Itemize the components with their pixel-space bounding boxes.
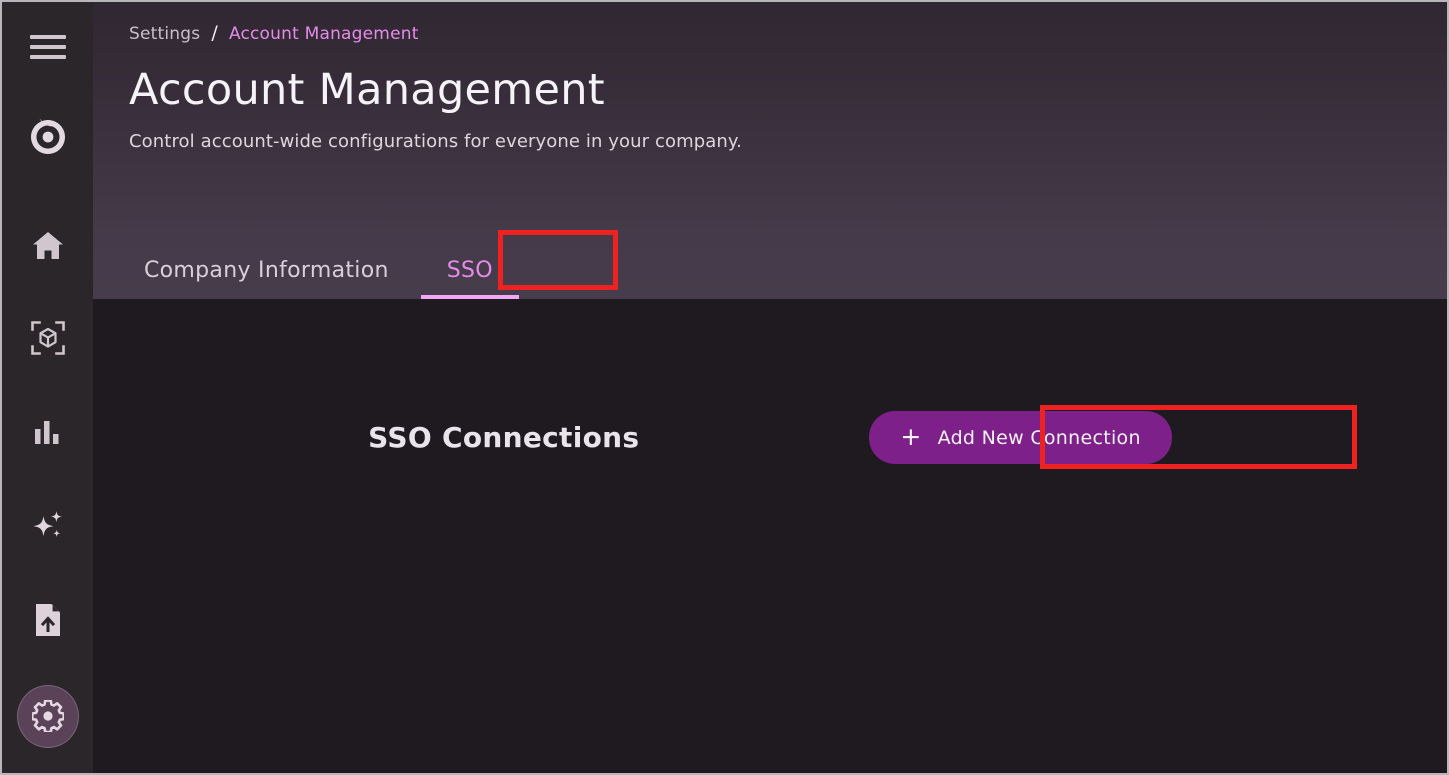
brand-logo-button[interactable] [17,104,79,166]
add-new-connection-label: Add New Connection [938,427,1141,449]
left-nav-rail [2,2,93,773]
gear-icon [32,700,64,732]
breadcrumb-separator: / [211,22,218,44]
sso-connections-heading: SSO Connections [368,421,639,454]
page-header: Settings / Account Management Account Ma… [93,2,1447,299]
breadcrumb-link-settings[interactable]: Settings [129,24,200,44]
sidebar-item-home[interactable] [17,215,79,277]
sso-connections-row: SSO Connections + Add New Connection [93,411,1447,464]
file-upload-icon [34,603,62,637]
sidebar-active-pill [17,685,79,748]
breadcrumb-current: Account Management [229,24,419,44]
bar-chart-icon [34,419,62,445]
sidebar-item-upload[interactable] [17,589,79,651]
sparkles-icon [31,509,65,543]
cube-scan-icon [31,321,65,355]
tab-sso[interactable]: SSO [418,244,522,299]
hamburger-icon [30,34,66,60]
add-new-connection-button[interactable]: + Add New Connection [869,411,1171,464]
home-icon [32,231,64,261]
sidebar-item-analytics[interactable] [17,401,79,463]
dragon-logo-icon [25,112,71,158]
plus-icon: + [900,424,921,449]
content-area: SSO Connections + Add New Connection [93,299,1447,773]
sidebar-item-settings[interactable] [17,685,79,747]
sidebar-item-ai[interactable] [17,495,79,557]
menu-toggle-button[interactable] [17,16,79,78]
breadcrumb: Settings / Account Management [129,2,1447,44]
page-subtitle: Control account-wide configurations for … [129,131,1447,152]
main-area: Settings / Account Management Account Ma… [93,2,1447,773]
sidebar-item-assets[interactable] [17,307,79,369]
page-title: Account Management [129,68,1447,113]
tab-bar: Company Information SSO [115,244,522,299]
app-window: Settings / Account Management Account Ma… [0,0,1449,775]
tab-company-information[interactable]: Company Information [115,244,418,299]
